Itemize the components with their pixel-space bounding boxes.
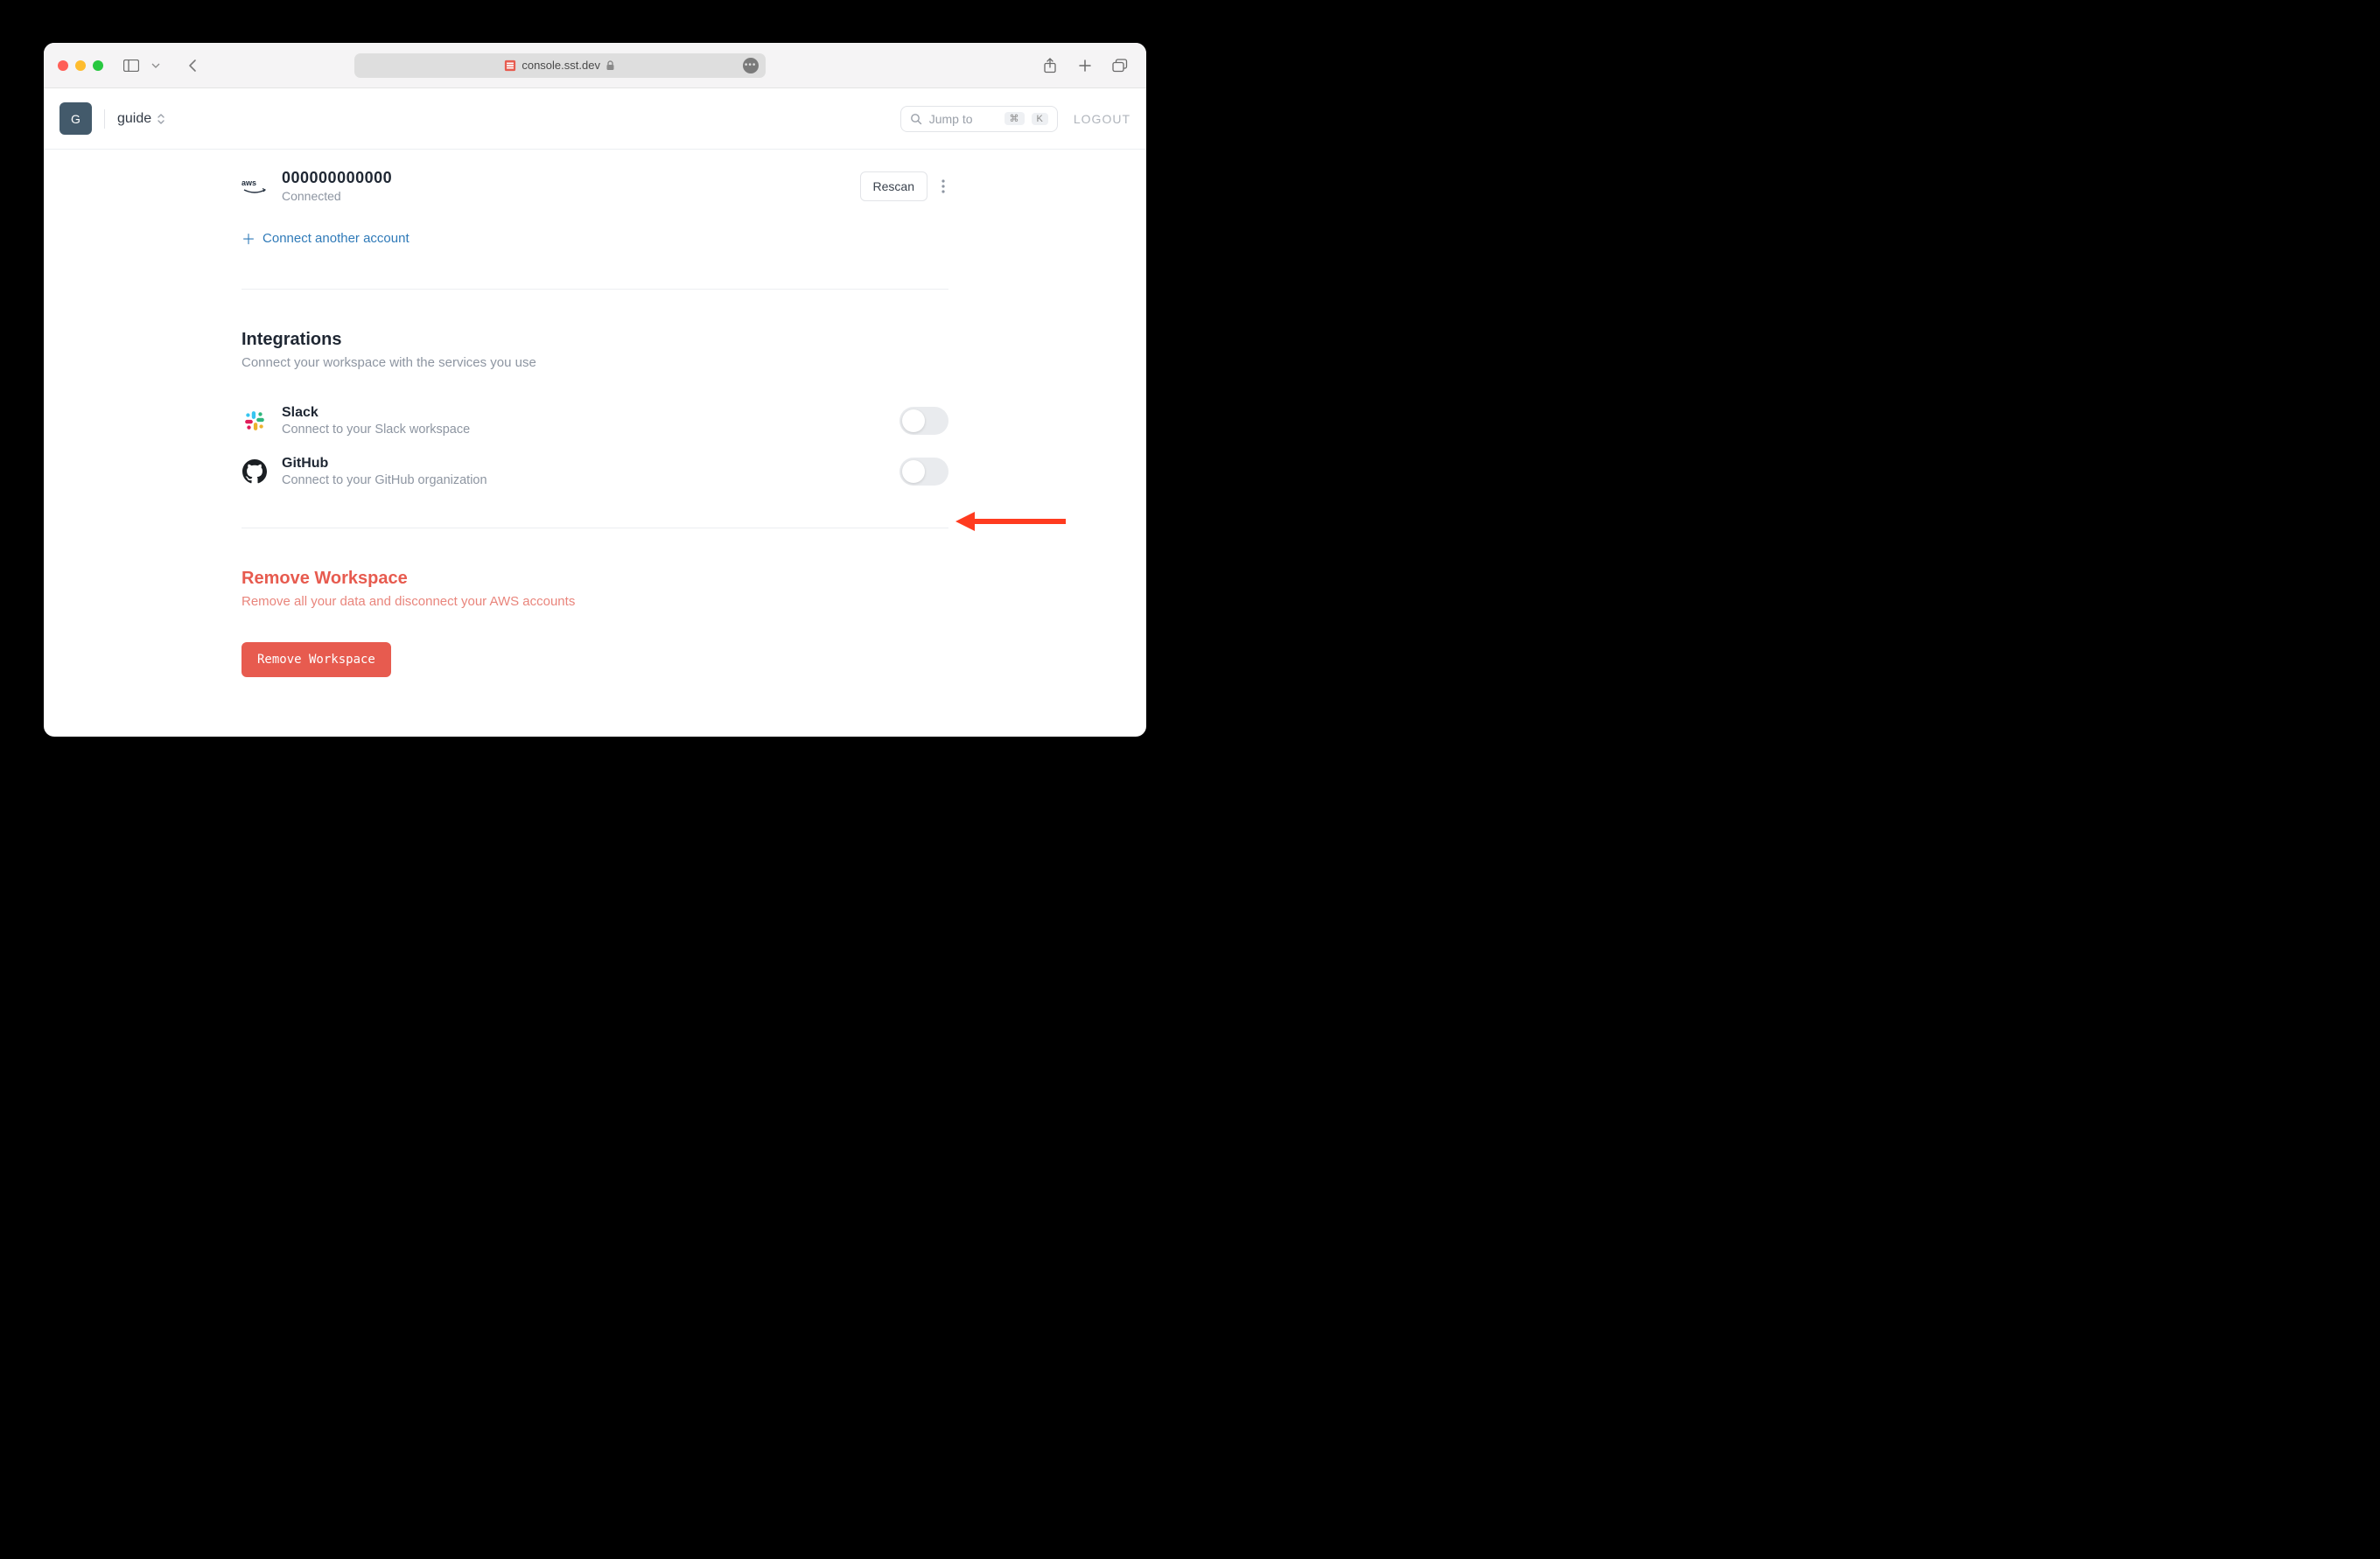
kbd-k: K bbox=[1032, 113, 1048, 125]
remove-workspace-section: Remove Workspace Remove all your data an… bbox=[242, 569, 948, 677]
workspace-avatar[interactable]: G bbox=[60, 102, 92, 135]
tab-group-dropdown[interactable] bbox=[144, 55, 168, 76]
browser-window: console.sst.dev ••• G guide bbox=[44, 43, 1146, 737]
connect-another-account-link[interactable]: ＋ Connect another account bbox=[242, 227, 948, 248]
integration-slack-row: Slack Connect to your Slack workspace bbox=[242, 386, 948, 437]
workspace-selector[interactable]: guide bbox=[117, 111, 165, 127]
jump-to-button[interactable]: Jump to ⌘ K bbox=[900, 106, 1058, 132]
remove-workspace-title: Remove Workspace bbox=[242, 569, 948, 589]
integrations-subtitle: Connect your workspace with the services… bbox=[242, 355, 948, 370]
sidebar-toggle-button[interactable] bbox=[119, 55, 144, 76]
slack-icon bbox=[242, 408, 268, 434]
logout-button[interactable]: LOGOUT bbox=[1074, 112, 1130, 126]
window-minimize-button[interactable] bbox=[75, 60, 86, 71]
select-chevrons-icon bbox=[157, 113, 165, 125]
kbd-cmd: ⌘ bbox=[1004, 112, 1025, 125]
integration-github-row: GitHub Connect to your GitHub organizati… bbox=[242, 437, 948, 487]
browser-chrome: console.sst.dev ••• bbox=[44, 43, 1146, 88]
remove-workspace-button[interactable]: Remove Workspace bbox=[242, 642, 391, 677]
plus-icon: ＋ bbox=[242, 227, 256, 248]
slack-title: Slack bbox=[282, 405, 470, 421]
window-fullscreen-button[interactable] bbox=[93, 60, 103, 71]
aws-account-id: 000000000000 bbox=[282, 169, 392, 187]
slack-desc: Connect to your Slack workspace bbox=[282, 423, 470, 437]
site-icon bbox=[504, 59, 516, 72]
github-toggle[interactable] bbox=[900, 458, 948, 486]
jump-to-label: Jump to bbox=[929, 112, 973, 126]
workspace-name: guide bbox=[117, 111, 151, 127]
url-text: console.sst.dev bbox=[522, 59, 600, 72]
aws-account-row: aws 000000000000 Connected Rescan bbox=[242, 158, 948, 208]
url-more-button[interactable]: ••• bbox=[743, 58, 759, 73]
window-close-button[interactable] bbox=[58, 60, 68, 71]
slack-toggle[interactable] bbox=[900, 407, 948, 435]
aws-status: Connected bbox=[282, 189, 392, 203]
lock-icon bbox=[606, 60, 615, 71]
annotation-arrow bbox=[954, 508, 1068, 535]
github-desc: Connect to your GitHub organization bbox=[282, 473, 487, 487]
search-icon bbox=[910, 113, 922, 125]
integrations-title: Integrations bbox=[242, 330, 948, 350]
aws-icon: aws bbox=[242, 177, 268, 196]
divider bbox=[242, 289, 948, 290]
divider bbox=[104, 109, 105, 129]
github-title: GitHub bbox=[282, 456, 487, 472]
url-bar[interactable]: console.sst.dev ••• bbox=[354, 53, 766, 78]
remove-workspace-subtitle: Remove all your data and disconnect your… bbox=[242, 594, 948, 609]
connect-another-label: Connect another account bbox=[262, 231, 410, 246]
svg-text:aws: aws bbox=[242, 178, 256, 187]
avatar-letter: G bbox=[71, 112, 80, 126]
share-button[interactable] bbox=[1038, 55, 1062, 76]
aws-more-button[interactable] bbox=[938, 176, 948, 197]
github-icon bbox=[242, 458, 268, 485]
rescan-button[interactable]: Rescan bbox=[860, 171, 928, 201]
traffic-lights bbox=[58, 60, 103, 71]
back-button[interactable] bbox=[180, 55, 205, 76]
app-header: G guide Jump to ⌘ K LOGOUT bbox=[44, 88, 1146, 150]
content-area: aws 000000000000 Connected Rescan bbox=[44, 150, 1146, 737]
integrations-section: Integrations Connect your workspace with… bbox=[242, 330, 948, 487]
tabs-button[interactable] bbox=[1108, 55, 1132, 76]
new-tab-button[interactable] bbox=[1073, 55, 1097, 76]
